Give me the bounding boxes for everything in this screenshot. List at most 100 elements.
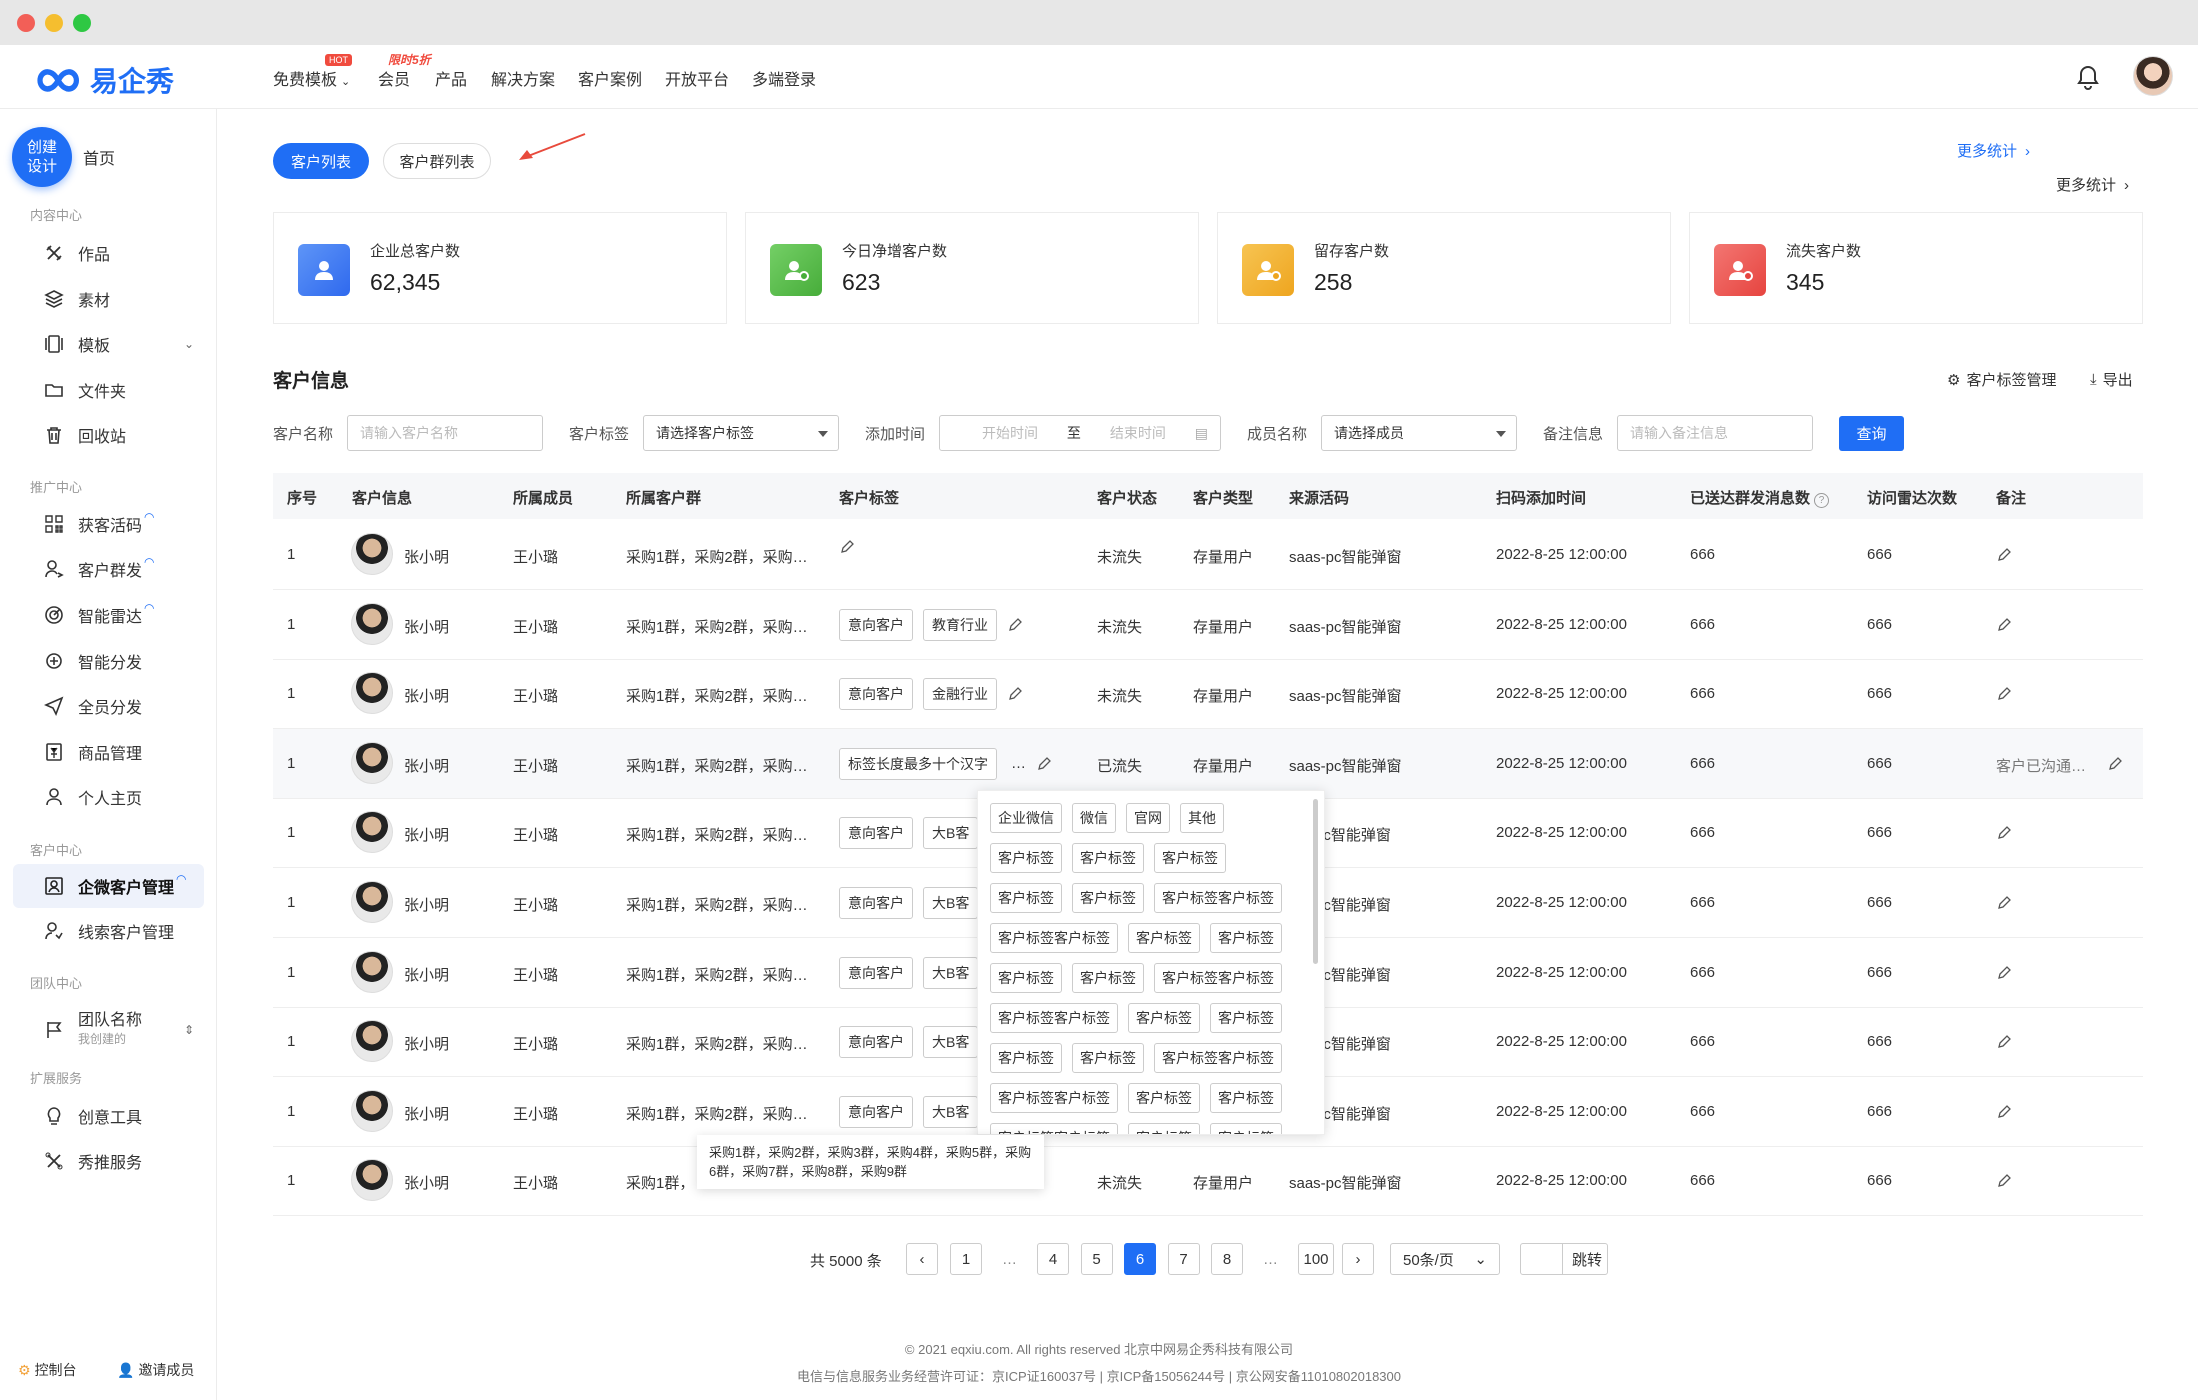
more-tags-ellipsis[interactable]: … xyxy=(1011,755,1026,772)
sidebar-item-all-staff-distribute[interactable]: 全员分发 xyxy=(44,691,142,721)
edit-icon[interactable] xyxy=(2107,756,2123,772)
page-size-select[interactable]: 50条/页 ⌄ xyxy=(1390,1243,1500,1275)
nav-free-templates[interactable]: 免费模板 HOT ⌄ xyxy=(273,54,352,90)
export-button[interactable]: ⤓ 导出 xyxy=(2090,369,2133,390)
page-button[interactable]: 5 xyxy=(1080,1243,1113,1275)
table-row[interactable]: 1 张小明 王小璐 采购1群，采购2群，采购… 标签长度最多十个汉字… 已流失 … xyxy=(273,728,2143,799)
popover-tag[interactable]: 客户标签客户标签 xyxy=(1154,883,1282,913)
edit-icon[interactable] xyxy=(1996,686,2012,702)
sidebar-item-team[interactable]: 团队名称 我创建的 ⇕ xyxy=(44,1010,194,1050)
popover-tag[interactable]: 客户标签客户标签 xyxy=(990,923,1118,953)
table-row[interactable]: 1 张小明 王小璐 采购1群，采购2群，采购… 意向客户 教育行业 未流失 存量用… xyxy=(273,590,2143,660)
popover-tag[interactable]: 企业微信 xyxy=(990,803,1062,833)
prev-page-button[interactable]: ‹ xyxy=(906,1243,938,1275)
sidebar-item-home[interactable]: 首页 xyxy=(83,142,115,172)
sidebar-item-materials[interactable]: 素材 xyxy=(44,284,110,314)
customer-groups[interactable]: 采购1群，采购2群，采购… xyxy=(626,755,808,776)
popover-tag[interactable]: 客户标签 xyxy=(990,1043,1062,1073)
customer-name[interactable]: 张小明 xyxy=(404,1172,449,1193)
customer-name[interactable]: 张小明 xyxy=(404,964,449,985)
popover-scrollbar[interactable] xyxy=(1313,799,1318,964)
popover-tag[interactable]: 客户标签客户标签 xyxy=(1154,1043,1282,1073)
start-date[interactable]: 开始时间 xyxy=(982,423,1038,443)
customer-name[interactable]: 张小明 xyxy=(404,685,449,706)
customer-groups[interactable]: 采购1群，采购2群，采购… xyxy=(626,894,808,915)
popover-tag[interactable]: 客户标签 xyxy=(1128,1123,1200,1134)
edit-icon[interactable] xyxy=(1036,756,1052,772)
edit-icon[interactable] xyxy=(839,539,855,555)
customer-groups[interactable]: 采购1群，采购2群，采购… xyxy=(626,546,808,567)
sidebar-item-profile[interactable]: 个人主页 xyxy=(44,782,142,812)
customer-groups[interactable]: 采购1群，采购2群，采购… xyxy=(626,824,808,845)
table-row[interactable]: 1 张小明 王小璐 采购1群，采购2群，采购… 意向客户 金融行业 未流失 存量用… xyxy=(273,659,2143,730)
sidebar-item-products[interactable]: 商品管理 xyxy=(44,737,142,767)
edit-icon[interactable] xyxy=(1007,617,1023,633)
date-range-picker[interactable]: 开始时间 至 结束时间 ▤ xyxy=(939,415,1221,451)
sidebar-item-wecom-customers[interactable]: 企微客户管理 ◠ xyxy=(44,871,187,901)
sidebar-item-xiutui[interactable]: 秀推服务 xyxy=(44,1146,142,1176)
member-select[interactable]: 请选择成员 xyxy=(1321,415,1517,451)
popover-tag[interactable]: 其他 xyxy=(1180,803,1224,833)
popover-tag[interactable]: 客户标签 xyxy=(1072,843,1144,873)
edit-icon[interactable] xyxy=(1996,1104,2012,1120)
nav-open-platform[interactable]: 开放平台 xyxy=(665,66,729,90)
sidebar-item-smart-distribute[interactable]: 智能分发 xyxy=(44,646,142,676)
popover-tag[interactable]: 客户标签 xyxy=(1210,923,1282,953)
popover-tag[interactable]: 客户标签 xyxy=(1128,923,1200,953)
customer-groups[interactable]: 采购1群，采购2群，采购… xyxy=(626,1033,808,1054)
sidebar-item-folder[interactable]: 文件夹 xyxy=(44,375,126,405)
popover-tag[interactable]: 客户标签 xyxy=(1072,1043,1144,1073)
nav-multi-login[interactable]: 多端登录 xyxy=(752,66,816,90)
customer-name[interactable]: 张小明 xyxy=(404,755,449,776)
customer-name[interactable]: 张小明 xyxy=(404,824,449,845)
customer-groups[interactable]: 采购1群，采购2群，采购… xyxy=(626,1103,808,1124)
jump-button[interactable]: 跳转 xyxy=(1572,1249,1602,1270)
popover-tag[interactable]: 客户标签 xyxy=(1128,1083,1200,1113)
customer-tag-select[interactable]: 请选择客户标签 xyxy=(643,415,839,451)
popover-tag[interactable]: 客户标签客户标签 xyxy=(990,1003,1118,1033)
bell-icon[interactable] xyxy=(2076,64,2100,90)
create-design-button[interactable]: 创建设计 xyxy=(12,127,72,187)
maximize-window-button[interactable] xyxy=(73,14,91,32)
help-icon[interactable]: ? xyxy=(1814,493,1830,508)
sidebar-item-creative-tools[interactable]: 创意工具 xyxy=(44,1101,142,1131)
customer-name[interactable]: 张小明 xyxy=(404,546,449,567)
sidebar-item-lead-customers[interactable]: 线索客户管理 xyxy=(44,916,174,946)
page-button[interactable]: 8 xyxy=(1211,1243,1243,1275)
popover-tag[interactable]: 客户标签 xyxy=(990,883,1062,913)
popover-tag[interactable]: 客户标签 xyxy=(1210,1083,1282,1113)
sidebar-item-templates[interactable]: 模板 ⌄ xyxy=(44,329,194,359)
jump-page-input[interactable] xyxy=(1521,1244,1563,1274)
customer-groups[interactable]: 采购1群，采购2群，采购… xyxy=(626,616,808,637)
popover-tag[interactable]: 客户标签 xyxy=(1072,883,1144,913)
customer-name[interactable]: 张小明 xyxy=(404,894,449,915)
query-button[interactable]: 查询 xyxy=(1839,416,1904,451)
more-stats-link-primary[interactable]: 更多统计 › xyxy=(1957,140,2030,161)
edit-icon[interactable] xyxy=(1996,547,2012,563)
edit-icon[interactable] xyxy=(1996,617,2012,633)
customer-name[interactable]: 张小明 xyxy=(404,1033,449,1054)
table-row[interactable]: 1 张小明 王小璐 采购1群，采购2群，采购… 未流失 存量用户 saas-pc… xyxy=(273,520,2143,590)
table-row[interactable]: 1 张小明 王小璐 采购1群， 未流失 存量用户 saas-pc智能弹窗 202… xyxy=(273,1146,2143,1217)
edit-icon[interactable] xyxy=(1007,686,1023,702)
popover-tag[interactable]: 客户标签客户标签 xyxy=(1154,963,1282,993)
nav-products[interactable]: 产品 xyxy=(435,66,467,90)
customer-name-input[interactable]: 请输入客户名称 xyxy=(347,415,543,451)
popover-tag[interactable]: 客户标签 xyxy=(1072,963,1144,993)
sidebar-item-live-code[interactable]: 获客活码 ◠ xyxy=(44,509,155,539)
popover-tag[interactable]: 微信 xyxy=(1072,803,1116,833)
popover-tag[interactable]: 客户标签 xyxy=(1210,1003,1282,1033)
customer-name[interactable]: 张小明 xyxy=(404,1103,449,1124)
minimize-window-button[interactable] xyxy=(45,14,63,32)
customer-name[interactable]: 张小明 xyxy=(404,616,449,637)
popover-tag[interactable]: 客户标签 xyxy=(1128,1003,1200,1033)
popover-tag[interactable]: 客户标签 xyxy=(990,963,1062,993)
customer-groups[interactable]: 采购1群，采购2群，采购… xyxy=(626,964,808,985)
nav-membership[interactable]: 会员 限时5折 xyxy=(378,53,431,90)
edit-icon[interactable] xyxy=(1996,825,2012,841)
popover-tag[interactable]: 客户标签 xyxy=(1154,843,1226,873)
page-button[interactable]: 100 xyxy=(1298,1243,1334,1275)
end-date[interactable]: 结束时间 xyxy=(1110,423,1166,443)
sidebar-item-works[interactable]: 作品 xyxy=(44,238,110,268)
user-avatar[interactable] xyxy=(2133,56,2173,96)
